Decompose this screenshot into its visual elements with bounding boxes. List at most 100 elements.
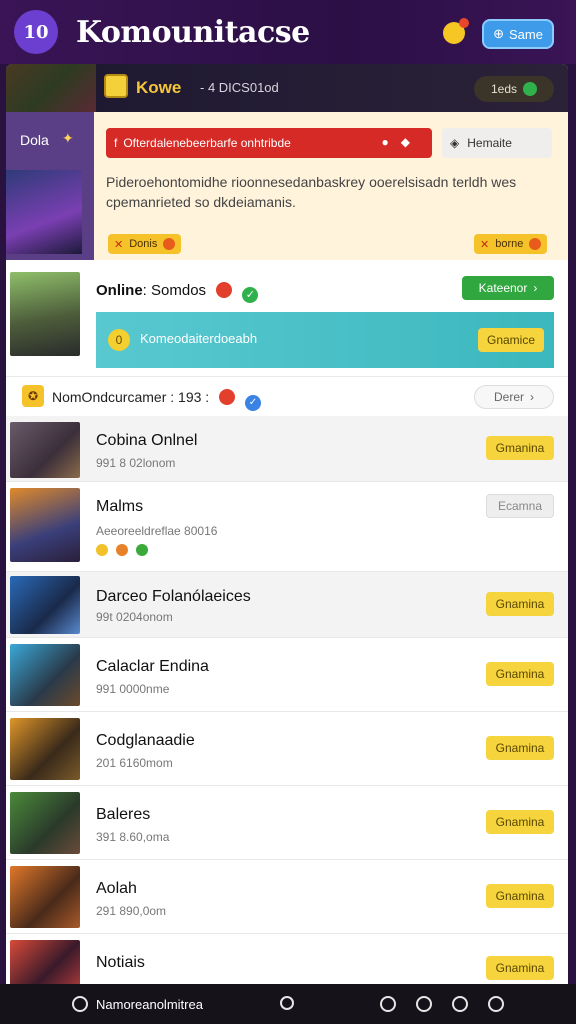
filter-button[interactable]: Derer ›: [474, 385, 554, 409]
alert-icon: [219, 389, 236, 405]
item-subtitle: 99t 0204onom: [96, 610, 173, 624]
item-subtitle: Aeeoreeldreflae 80016: [96, 524, 218, 538]
reward-text: Komeodaiterdoeabh: [140, 331, 258, 346]
top-app-bar: 10 Komounitacse ⊕ Same: [0, 0, 576, 64]
trophy-icon: ✪: [22, 385, 44, 407]
item-subtitle: 291 890,0om: [96, 904, 167, 918]
secondary-field-text: Hemaite: [467, 136, 512, 150]
top-action-label: Same: [508, 26, 543, 42]
banner-pill-button[interactable]: 1eds: [474, 76, 554, 102]
online-action-label: Kateenor: [478, 281, 528, 295]
list-item[interactable]: Malms Aeeoreeldreflae 80016 Ecamna: [6, 482, 568, 572]
coins-icon[interactable]: [443, 18, 469, 44]
notice-side-panel: Dola ✦: [6, 112, 94, 260]
item-title: Aolah: [96, 880, 137, 897]
list-item[interactable]: Cobina Onlnel 991 8 02lonom Gmanina: [6, 416, 568, 482]
item-title: Darceo Folanólaeices: [96, 588, 251, 605]
banner-badge-icon: [104, 74, 128, 98]
no-entry-icon[interactable]: [72, 996, 88, 1012]
item-artwork: [10, 792, 80, 854]
list-item[interactable]: Notiais Gnamina: [6, 934, 568, 984]
top-action-button[interactable]: ⊕ Same: [482, 19, 554, 49]
online-heading: Online: Somdos ✓: [96, 282, 259, 303]
item-play-button[interactable]: Gmanina: [486, 436, 554, 460]
featured-banner[interactable]: Kowe - 4 DICS01od 1eds: [6, 64, 568, 112]
filter-button-label: Derer: [493, 390, 524, 404]
filter-heading: NomOndcurcamer : 193 : ✓: [52, 389, 261, 411]
item-artwork: [10, 644, 80, 706]
smile-icon: [96, 544, 108, 556]
notice-chip-left[interactable]: ✕ Donis: [108, 234, 182, 254]
list-item[interactable]: Darceo Folanólaeices 99t 0204onom Gnamin…: [6, 572, 568, 638]
home-icon[interactable]: [280, 996, 294, 1010]
item-artwork: [10, 422, 80, 478]
leaf-icon: [136, 544, 148, 556]
notification-dot-icon: [459, 18, 469, 28]
fire-icon: [116, 544, 128, 556]
item-play-button[interactable]: Gnamina: [486, 592, 554, 616]
verified-icon: ✓: [244, 395, 261, 411]
item-artwork: [10, 488, 80, 562]
online-title: Online: [96, 282, 143, 299]
item-title: Calaclar Endina: [96, 658, 209, 675]
online-subtitle: : Somdos: [142, 282, 207, 299]
filter-label: NomOndcurcamer : 193 :: [52, 389, 210, 405]
gear-icon[interactable]: [452, 996, 468, 1012]
game-list: Cobina Onlnel 991 8 02lonom Gmanina Malm…: [6, 416, 568, 984]
notice-panel: Dola ✦ f Ofterdalenebeerbarfe onhtribde …: [6, 112, 568, 260]
notice-chip-right[interactable]: ✕ borne: [474, 234, 548, 254]
app-logo[interactable]: 10: [14, 10, 58, 54]
item-play-button[interactable]: Gnamina: [486, 662, 554, 686]
item-title: Notiais: [96, 954, 145, 971]
item-play-button[interactable]: Ecamna: [486, 494, 554, 518]
item-play-button[interactable]: Gnamina: [486, 810, 554, 834]
alert-field[interactable]: f Ofterdalenebeerbarfe onhtribde ●◆: [106, 128, 432, 158]
verified-icon: ✓: [242, 287, 259, 303]
fire-icon: [163, 238, 176, 250]
notice-chip-left-label: Donis: [129, 238, 158, 250]
item-play-button[interactable]: Gnamina: [486, 956, 554, 980]
banner-title: Kowe: [136, 78, 182, 97]
item-subtitle: 391 8.60,oma: [96, 830, 170, 844]
item-artwork: [10, 718, 80, 780]
item-subtitle: 201 6160mom: [96, 756, 173, 770]
item-subtitle: 991 0000nme: [96, 682, 170, 696]
list-item[interactable]: Baleres 391 8.60,oma Gnamina: [6, 786, 568, 860]
banner-pill-label: 1eds: [490, 82, 518, 96]
settings-icon[interactable]: [488, 996, 504, 1012]
soldier-artwork: [10, 272, 80, 356]
chat-icon[interactable]: [416, 996, 432, 1012]
item-play-button[interactable]: Gnamina: [486, 736, 554, 760]
swirl-icon[interactable]: [380, 996, 396, 1012]
online-action-button[interactable]: Kateenor ›: [462, 276, 554, 300]
plus-circle-icon: ⊕: [493, 26, 504, 41]
item-title: Baleres: [96, 806, 151, 823]
list-item[interactable]: Calaclar Endina 991 0000nme Gnamina: [6, 638, 568, 712]
list-item[interactable]: Aolah 291 890,0om Gnamina: [6, 860, 568, 934]
sparkle-icon: ✦: [62, 130, 74, 146]
bottom-bar: Namoreanolmitrea: [0, 984, 576, 1024]
reward-bar[interactable]: 0 Komeodaiterdoeabh Gnamice: [96, 312, 554, 368]
app-title: Komounitacse: [76, 14, 310, 50]
alert-action-icons[interactable]: ●◆: [382, 135, 422, 149]
item-artwork: [10, 866, 80, 928]
bottom-bar-label: Namoreanolmitrea: [96, 997, 203, 1012]
notice-chip-right-label: borne: [495, 238, 524, 250]
item-reactions: [96, 544, 148, 556]
alert-field-text: Ofterdalenebeerbarfe onhtribde: [123, 136, 291, 150]
banner-artwork: [6, 64, 96, 112]
reward-button[interactable]: Gnamice: [478, 328, 544, 352]
secondary-field[interactable]: ◈ Hemaite: [442, 128, 552, 158]
notice-body-text: Pideroehontomidhe rioonnesedanbaskrey oo…: [106, 174, 517, 210]
close-icon: ✕: [480, 238, 490, 251]
side-panel-label: Dola: [20, 132, 49, 148]
fire-icon: [529, 238, 542, 250]
item-subtitle: 991 8 02lonom: [96, 456, 176, 470]
item-title: Codglanaadie: [96, 732, 195, 749]
alert-icon: [216, 282, 233, 298]
banner-subtitle: - 4 DICS01od: [200, 80, 279, 95]
item-title: Malms: [96, 498, 144, 515]
item-play-button[interactable]: Gnamina: [486, 884, 554, 908]
list-item[interactable]: Codglanaadie 201 6160mom Gnamina: [6, 712, 568, 786]
online-section: Online: Somdos ✓ Kateenor › 0 Komeodaite…: [6, 260, 568, 374]
